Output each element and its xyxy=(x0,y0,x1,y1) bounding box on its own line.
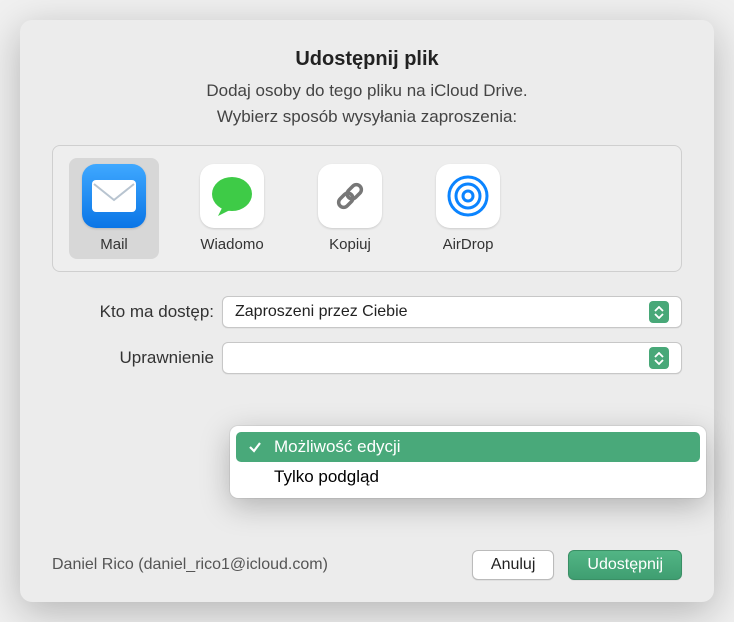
share-method-airdrop[interactable]: AirDrop xyxy=(423,158,513,259)
dialog-title: Udostępnij plik xyxy=(52,48,682,71)
access-label: Kto ma dostęp: xyxy=(52,302,214,322)
dialog-subtitle: Dodaj osoby do tego pliku na iCloud Driv… xyxy=(52,81,682,101)
permission-row: Uprawnienie xyxy=(52,342,682,374)
user-info: Daniel Rico (daniel_rico1@icloud.com) xyxy=(52,556,328,574)
access-select[interactable]: Zaproszeni przez Ciebie xyxy=(222,296,682,328)
chevron-updown-icon xyxy=(649,301,669,323)
button-row: Anuluj Udostępnij xyxy=(472,550,682,580)
share-button[interactable]: Udostępnij xyxy=(568,550,682,580)
permission-dropdown: Możliwość edycji Tylko podgląd xyxy=(230,426,706,498)
dialog-footer: Daniel Rico (daniel_rico1@icloud.com) An… xyxy=(52,550,682,580)
share-method-label: Kopiuj xyxy=(329,236,371,253)
messages-icon xyxy=(200,164,264,228)
airdrop-icon xyxy=(436,164,500,228)
chevron-updown-icon xyxy=(649,347,669,369)
share-method-copylink[interactable]: Kopiuj xyxy=(305,158,395,259)
permission-select[interactable] xyxy=(222,342,682,374)
share-method-messages[interactable]: Wiadomo xyxy=(187,158,277,259)
permission-option-view[interactable]: Tylko podgląd xyxy=(236,462,700,492)
permission-label: Uprawnienie xyxy=(52,348,214,368)
mail-icon xyxy=(82,164,146,228)
checkmark-icon xyxy=(246,440,264,454)
share-method-label: AirDrop xyxy=(443,236,494,253)
permission-option-label: Możliwość edycji xyxy=(274,437,401,457)
permission-option-label: Tylko podgląd xyxy=(274,467,379,487)
share-methods-panel: Mail Wiadomo Kopiuj AirDrop xyxy=(52,145,682,272)
share-method-label: Wiadomo xyxy=(200,236,263,253)
share-method-label: Mail xyxy=(100,236,128,253)
access-row: Kto ma dostęp: Zaproszeni przez Ciebie xyxy=(52,296,682,328)
link-icon xyxy=(318,164,382,228)
cancel-button[interactable]: Anuluj xyxy=(472,550,554,580)
dialog-prompt: Wybierz sposób wysyłania zaproszenia: xyxy=(52,107,682,127)
share-method-mail[interactable]: Mail xyxy=(69,158,159,259)
access-value: Zaproszeni przez Ciebie xyxy=(235,303,408,321)
permission-option-edit[interactable]: Możliwość edycji xyxy=(236,432,700,462)
share-dialog: Udostępnij plik Dodaj osoby do tego plik… xyxy=(20,20,714,602)
